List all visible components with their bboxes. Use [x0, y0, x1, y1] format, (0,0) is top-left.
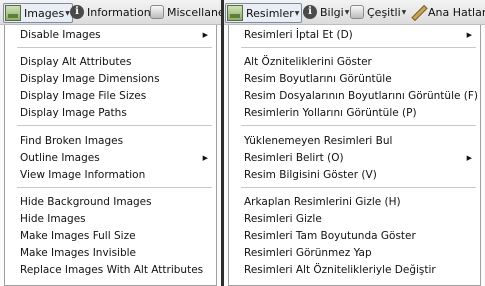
chevron-down-icon: ▼ — [344, 8, 350, 16]
chevron-down-icon: ▼ — [401, 8, 407, 16]
info-icon: i — [70, 5, 84, 19]
cesitli-menu-button[interactable]: Çeşitli ▼ — [350, 3, 406, 21]
images-icon — [5, 5, 21, 21]
bilgi-menu-label: Bilgi — [320, 5, 344, 19]
menu-item-resimleri-tam-boyutunda[interactable]: Resimleri Tam Boyutunda Göster — [229, 228, 480, 244]
menu-item-resimleri-alt-oznitelikleriyle[interactable]: Resimleri Alt Öznitelikleriyle Değiştir — [229, 262, 480, 278]
menu-item-replace-images-with-alt[interactable]: Replace Images With Alt Attributes — [5, 262, 216, 278]
menu-item-display-alt-attributes[interactable]: Display Alt Attributes — [5, 54, 216, 70]
images-menu-button[interactable]: Images ▼ — [3, 3, 73, 23]
menu-item-display-image-file-sizes[interactable]: Display Image File Sizes — [5, 88, 216, 104]
resimler-menu-label: Resimler — [246, 6, 294, 20]
menu-item-display-image-paths[interactable]: Display Image Paths — [5, 105, 216, 121]
menu-item-resim-bilgisini-goster[interactable]: Resim Bilgisini Göster (V) — [229, 167, 480, 183]
menu-separator — [241, 47, 476, 48]
images-dropdown-menu: Disable Images ▶ Display Alt Attributes D… — [4, 25, 217, 286]
menu-item-hide-background-images[interactable]: Hide Background Images — [5, 194, 216, 210]
toolbar: Resimler ▼ i Bilgi ▼ Çeşitli ▼ Ana Hatla… — [224, 0, 485, 25]
menu-item-alt-ozniteliklerini-goster[interactable]: Alt Özniteliklerini Göster — [229, 54, 480, 70]
menu-item-find-broken-images[interactable]: Find Broken Images — [5, 133, 216, 149]
bilgi-menu-button[interactable]: i Bilgi ▼ — [303, 3, 349, 21]
cesitli-menu-label: Çeşitli — [367, 5, 401, 19]
toolbar: Images ▼ i Information ▼ Miscellaneous — [0, 0, 221, 25]
menu-separator — [17, 125, 212, 126]
menu-item-resimleri-gizle[interactable]: Resimleri Gizle — [229, 211, 480, 227]
turkish-panel: Resimler ▼ i Bilgi ▼ Çeşitli ▼ Ana Hatla… — [224, 0, 485, 286]
menu-item-resimleri-iptal-et[interactable]: Resimleri İptal Et (D) ▶ — [229, 27, 480, 43]
menu-item-disable-images[interactable]: Disable Images ▶ — [5, 27, 216, 43]
miscellaneous-menu-label: Miscellaneous — [167, 5, 221, 19]
ana-hatlar-menu-button[interactable]: Ana Hatlar ▼ — [411, 3, 485, 21]
resimler-dropdown-menu: Resimleri İptal Et (D) ▶ Alt Öznitelikler… — [228, 25, 481, 286]
menu-separator — [17, 187, 212, 188]
images-icon — [227, 5, 243, 21]
menu-item-resimlerin-yollari[interactable]: Resimlerin Yollarını Görüntüle (P) — [229, 105, 480, 121]
menu-item-view-image-information[interactable]: View Image Information — [5, 167, 216, 183]
submenu-arrow-icon: ▶ — [202, 154, 208, 162]
information-menu-label: Information — [87, 5, 151, 19]
images-menu-label: Images — [24, 6, 65, 20]
menu-item-make-images-invisible[interactable]: Make Images Invisible — [5, 245, 216, 261]
menu-separator — [241, 187, 476, 188]
menu-item-arkaplan-resimlerini-gizle[interactable]: Arkaplan Resimlerini Gizle (H) — [229, 194, 480, 210]
menu-separator — [17, 47, 212, 48]
menu-item-yuklenemeyen-resimleri-bul[interactable]: Yüklenemeyen Resimleri Bul — [229, 133, 480, 149]
misc-icon — [150, 5, 164, 19]
submenu-arrow-icon: ▶ — [466, 31, 472, 39]
info-icon: i — [303, 5, 317, 19]
menu-item-make-images-full-size[interactable]: Make Images Full Size — [5, 228, 216, 244]
menu-item-resimleri-belirt[interactable]: Resimleri Belirt (O) ▶ — [229, 150, 480, 166]
submenu-arrow-icon: ▶ — [466, 154, 472, 162]
menu-item-display-image-dimensions[interactable]: Display Image Dimensions — [5, 71, 216, 87]
misc-icon — [350, 5, 364, 19]
chevron-down-icon: ▼ — [294, 9, 300, 17]
menu-item-outline-images[interactable]: Outline Images ▶ — [5, 150, 216, 166]
menu-item-resim-boyutlarini-goruntule[interactable]: Resim Boyutlarını Görüntüle — [229, 71, 480, 87]
menu-item-resim-dosyalarinin-boyutlari[interactable]: Resim Dosyalarının Boyutlarını Görüntüle… — [229, 88, 480, 104]
pen-icon — [411, 5, 425, 19]
miscellaneous-menu-button[interactable]: Miscellaneous — [150, 3, 221, 21]
menu-item-resimleri-gorunmez-yap[interactable]: Resimleri Görünmez Yap — [229, 245, 480, 261]
resimler-menu-button[interactable]: Resimler ▼ — [225, 3, 303, 23]
information-menu-button[interactable]: i Information ▼ — [70, 3, 156, 21]
menu-separator — [241, 125, 476, 126]
english-panel: Images ▼ i Information ▼ Miscellaneous D… — [0, 0, 221, 286]
submenu-arrow-icon: ▶ — [202, 31, 208, 39]
menu-item-hide-images[interactable]: Hide Images — [5, 211, 216, 227]
ana-hatlar-menu-label: Ana Hatlar — [428, 5, 485, 19]
